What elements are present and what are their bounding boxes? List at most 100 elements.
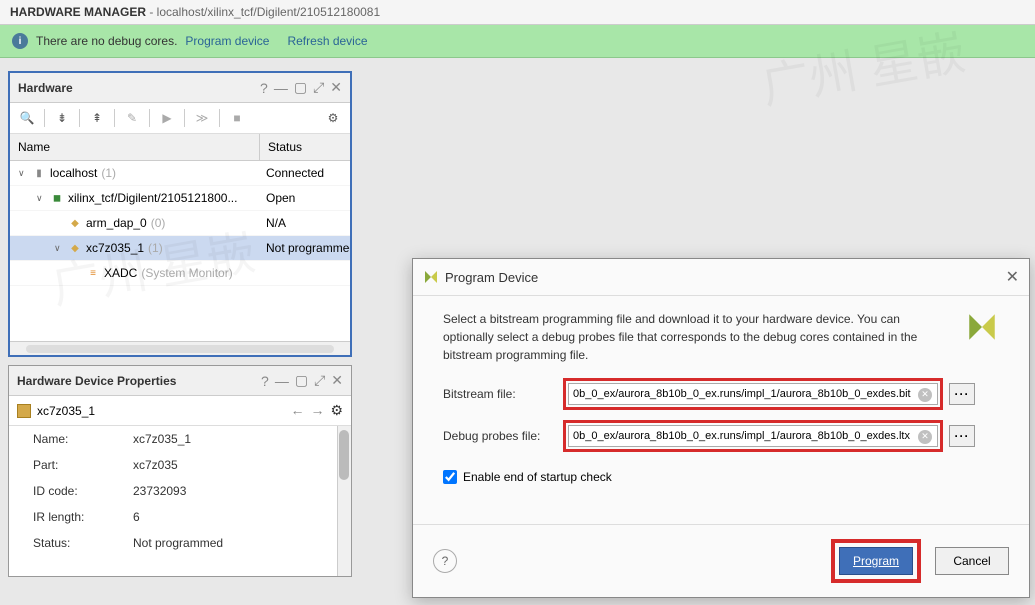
help-icon[interactable]: ? [260, 80, 268, 96]
help-button[interactable]: ? [433, 549, 457, 573]
column-status-header[interactable]: Status [260, 134, 350, 160]
close-icon[interactable]: ✕ [330, 79, 342, 96]
node-label: XADC [104, 266, 137, 280]
property-row: Part:xc7z035 [9, 452, 351, 478]
properties-panel-title: Hardware Device Properties [17, 374, 176, 388]
minimize-icon[interactable]: — [275, 373, 289, 389]
settings-icon[interactable]: ⚙ [322, 107, 344, 129]
property-value: 6 [133, 510, 140, 524]
tree-row[interactable]: ≡ XADC (System Monitor) [10, 261, 350, 286]
xilinx-icon [423, 269, 439, 285]
node-label: xilinx_tcf/Digilent/2105121800... [68, 191, 237, 205]
properties-panel: Hardware Device Properties ? — ▢ ⤢ ✕ xc7… [8, 365, 352, 577]
node-suffix: (1) [101, 166, 116, 180]
hardware-tree[interactable]: ∨▮localhost (1)Connected∨◼xilinx_tcf/Dig… [10, 161, 350, 341]
node-suffix: (1) [148, 241, 163, 255]
cable-icon: ◼ [50, 191, 64, 205]
tree-row[interactable]: ∨▮localhost (1)Connected [10, 161, 350, 186]
play-icon[interactable]: ▶ [156, 107, 178, 129]
properties-device-row: xc7z035_1 ← → ⚙ [9, 396, 351, 426]
tree-row[interactable]: ∨ ◼ xilinx_tcf/Digilent/2105121800... Open [10, 186, 350, 211]
close-icon[interactable]: ✕ [1006, 267, 1019, 287]
property-row: IR length:6 [9, 504, 351, 530]
debug-probes-input[interactable] [568, 425, 938, 447]
caret-icon[interactable]: ∨ [36, 193, 46, 204]
dialog-title: Program Device [445, 270, 538, 285]
property-row: ID code:23732093 [9, 478, 351, 504]
clear-icon[interactable]: ✕ [918, 388, 932, 402]
cancel-button[interactable]: Cancel [935, 547, 1009, 575]
caret-icon[interactable]: ∨ [54, 243, 64, 254]
browse-button[interactable]: ··· [949, 425, 975, 447]
hardware-toolbar: 🔍 ⇟ ⇞ ✎ ▶ ≫ ■ ⚙ [10, 103, 350, 134]
node-status: Connected [260, 161, 350, 185]
settings-icon[interactable]: ⚙ [330, 402, 343, 419]
left-column: Hardware ? — ▢ ⤢ ✕ 🔍 ⇟ ⇞ ✎ ▶ [0, 63, 360, 605]
bitstream-input[interactable] [568, 383, 938, 405]
browse-button[interactable]: ··· [949, 383, 975, 405]
properties-body[interactable]: Name:xc7z035_1Part:xc7z035ID code:237320… [9, 426, 351, 576]
info-message: There are no debug cores. [36, 34, 177, 48]
property-key: Part: [33, 458, 133, 472]
maximize-icon[interactable]: ⤢ [314, 372, 325, 389]
program-button[interactable]: Program [839, 547, 913, 575]
clear-icon[interactable]: ✕ [918, 430, 932, 444]
program-device-dialog: Program Device ✕ Select a bitstream prog… [412, 258, 1030, 598]
close-icon[interactable]: ✕ [331, 372, 343, 389]
help-icon[interactable]: ? [261, 373, 269, 389]
forward-icon[interactable]: → [310, 402, 324, 419]
node-label: arm_dap_0 [86, 216, 147, 230]
maximize-icon[interactable]: ⤢ [313, 79, 324, 96]
stop-icon[interactable]: ■ [226, 107, 248, 129]
hardware-table-head: Name Status [10, 134, 350, 161]
expand-all-icon[interactable]: ⇞ [86, 107, 108, 129]
collapse-all-icon[interactable]: ⇟ [51, 107, 73, 129]
properties-device-name: xc7z035_1 [37, 404, 95, 418]
property-row: Name:xc7z035_1 [9, 426, 351, 452]
property-key: ID code: [33, 484, 133, 498]
vertical-scrollbar[interactable] [337, 426, 351, 576]
back-icon[interactable]: ← [290, 402, 304, 419]
node-suffix: (System Monitor) [141, 266, 232, 280]
property-row: Status:Not programmed [9, 530, 351, 556]
info-icon: i [12, 33, 28, 49]
server-icon: ▮ [32, 166, 46, 180]
chip-icon: ◆ [68, 216, 82, 230]
edit-icon[interactable]: ✎ [121, 107, 143, 129]
hardware-manager-path: - localhost/xilinx_tcf/Digilent/21051218… [146, 5, 380, 19]
startup-checkbox[interactable] [443, 470, 457, 484]
property-key: Name: [33, 432, 133, 446]
info-bar: i There are no debug cores. Program devi… [0, 25, 1035, 58]
refresh-device-link[interactable]: Refresh device [287, 34, 367, 48]
property-value: 23732093 [133, 484, 186, 498]
property-value: Not programmed [133, 536, 223, 550]
restore-icon[interactable]: ▢ [294, 79, 307, 96]
dialog-titlebar[interactable]: Program Device ✕ [413, 259, 1029, 296]
search-icon[interactable]: 🔍 [16, 107, 38, 129]
chip-icon: ◆ [68, 241, 82, 255]
hardware-panel-header: Hardware ? — ▢ ⤢ ✕ [10, 73, 350, 103]
header-bar: HARDWARE MANAGER - localhost/xilinx_tcf/… [0, 0, 1035, 25]
caret-icon[interactable]: ∨ [18, 168, 28, 179]
tree-row[interactable]: ◆arm_dap_0 (0)N/A [10, 211, 350, 236]
startup-check-label: Enable end of startup check [463, 470, 612, 484]
tree-row[interactable]: ∨◆xc7z035_1 (1)Not programmed [10, 236, 350, 261]
restore-icon[interactable]: ▢ [295, 372, 308, 389]
fast-forward-icon[interactable]: ≫ [191, 107, 213, 129]
bitstream-row: Bitstream file: ✕ ··· [443, 378, 999, 410]
xilinx-brand-icon [965, 310, 999, 344]
column-name-header[interactable]: Name [10, 134, 260, 160]
node-label: xc7z035_1 [86, 241, 144, 255]
node-status: Open [260, 186, 350, 210]
debug-probes-label: Debug probes file: [443, 429, 563, 443]
startup-check-row: Enable end of startup check [413, 466, 1029, 488]
xadc-icon: ≡ [86, 266, 100, 280]
dialog-form: Bitstream file: ✕ ··· Debug probes file:… [413, 374, 1029, 466]
node-suffix: (0) [151, 216, 166, 230]
horizontal-scrollbar[interactable] [10, 341, 350, 355]
hardware-panel: Hardware ? — ▢ ⤢ ✕ 🔍 ⇟ ⇞ ✎ ▶ [8, 71, 352, 357]
dialog-description-row: Select a bitstream programming file and … [413, 296, 1029, 374]
program-device-link[interactable]: Program device [185, 34, 269, 48]
minimize-icon[interactable]: — [274, 80, 288, 96]
property-key: IR length: [33, 510, 133, 524]
